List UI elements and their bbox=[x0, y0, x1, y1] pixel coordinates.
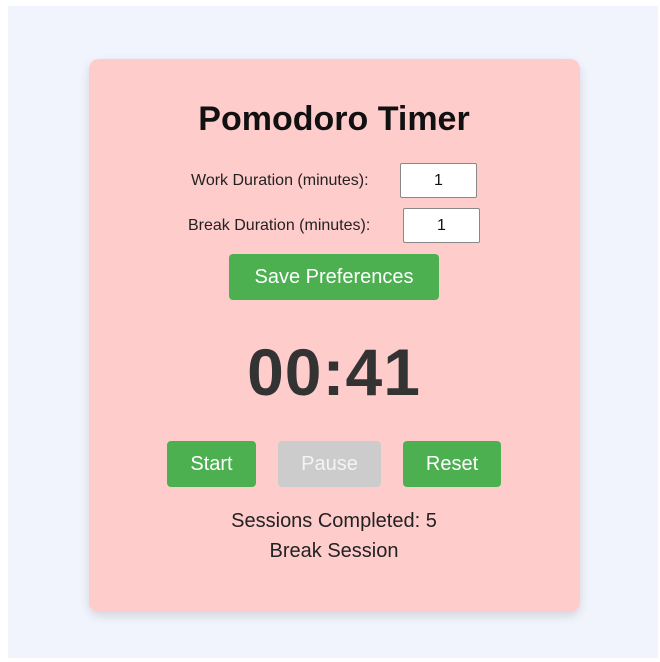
save-preferences-button[interactable]: Save Preferences bbox=[229, 254, 439, 300]
break-duration-input[interactable] bbox=[403, 208, 480, 243]
timer-display: 00:41 bbox=[247, 335, 421, 409]
break-duration-label: Break Duration (minutes): bbox=[188, 217, 371, 234]
work-duration-label: Work Duration (minutes): bbox=[191, 172, 369, 189]
work-duration-input[interactable] bbox=[400, 163, 477, 198]
sessions-completed-text: Sessions Completed: 5 bbox=[231, 510, 437, 532]
pause-button[interactable]: Pause bbox=[278, 441, 381, 487]
start-button[interactable]: Start bbox=[167, 441, 256, 487]
page-title: Pomodoro Timer bbox=[198, 100, 470, 138]
session-type-text: Break Session bbox=[269, 540, 399, 562]
reset-button[interactable]: Reset bbox=[403, 441, 501, 487]
